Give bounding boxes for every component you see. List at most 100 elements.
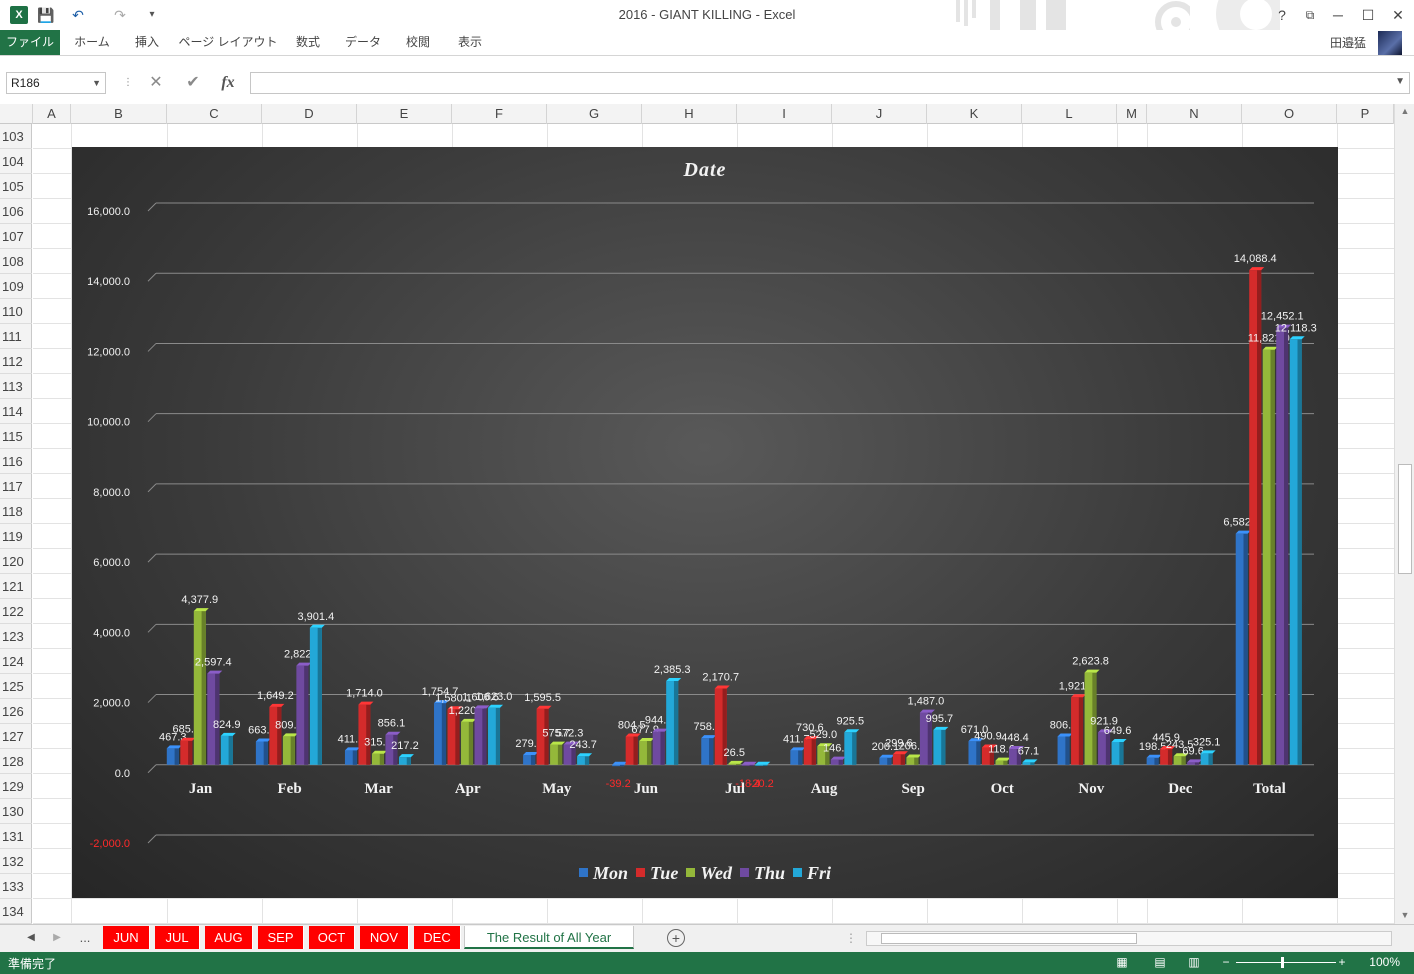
row-header[interactable]: 131 (0, 824, 32, 849)
name-box[interactable]: R186 ▼ (6, 72, 106, 94)
chart[interactable]: 16,000.0 14,000.0 12,000.0 10,000.0 8,000.0 6… (72, 147, 1338, 898)
tab-view[interactable]: 表示 (448, 30, 492, 55)
column-header[interactable]: L (1022, 104, 1117, 124)
chevron-down-icon[interactable]: ▼ (92, 73, 101, 93)
expand-formula-icon[interactable]: ▼ (1395, 76, 1405, 87)
horizontal-scrollbar[interactable] (866, 931, 1392, 946)
row-header[interactable]: 111 (0, 324, 32, 349)
row-header[interactable]: 105 (0, 174, 32, 199)
scroll-down-icon[interactable]: ▼ (1395, 910, 1414, 920)
row-header[interactable]: 116 (0, 449, 32, 474)
sheet-next-icon[interactable]: ▶ (48, 929, 66, 947)
row-header[interactable]: 107 (0, 224, 32, 249)
sheet-prev-icon[interactable]: ◀ (22, 929, 40, 947)
vertical-scrollbar[interactable]: ▲ ▼ (1394, 104, 1414, 924)
tab-file[interactable]: ファイル (0, 30, 60, 55)
row-header[interactable]: 134 (0, 899, 32, 924)
row-header[interactable]: 120 (0, 549, 32, 574)
sheet-tab-aug[interactable]: AUG (205, 926, 253, 949)
tab-page-layout[interactable]: ページ レイアウト (176, 30, 280, 55)
scroll-up-icon[interactable]: ▲ (1395, 106, 1414, 116)
add-sheet-icon[interactable]: + (667, 929, 685, 947)
sheet-tab-dec[interactable]: DEC (414, 926, 461, 949)
column-header[interactable]: D (262, 104, 357, 124)
column-header[interactable]: C (167, 104, 262, 124)
column-header[interactable]: E (357, 104, 452, 124)
row-header[interactable]: 130 (0, 799, 32, 824)
zoom-slider-knob[interactable] (1281, 957, 1284, 968)
row-header[interactable]: 119 (0, 524, 32, 549)
column-header[interactable]: I (737, 104, 832, 124)
column-header[interactable]: N (1147, 104, 1242, 124)
column-header[interactable]: F (452, 104, 547, 124)
tab-data[interactable]: データ (336, 30, 390, 55)
user-name[interactable]: 田邉猛 (1330, 34, 1366, 51)
column-header[interactable]: P (1337, 104, 1394, 124)
zoom-slider[interactable] (1236, 962, 1336, 963)
row-header[interactable]: 129 (0, 774, 32, 799)
row-header[interactable]: 115 (0, 424, 32, 449)
vertical-scroll-thumb[interactable] (1398, 464, 1412, 574)
bar-top (1057, 733, 1073, 737)
zoom-in-icon[interactable]: + (1334, 955, 1350, 969)
row-header[interactable]: 132 (0, 849, 32, 874)
row-header[interactable]: 108 (0, 249, 32, 274)
column-header[interactable]: A (33, 104, 71, 124)
column-header[interactable]: O (1242, 104, 1337, 124)
horizontal-scroll-thumb[interactable] (881, 933, 1137, 944)
row-header[interactable]: 128 (0, 749, 32, 774)
sheet-tab-sep[interactable]: SEP (258, 926, 304, 949)
row-header[interactable]: 114 (0, 399, 32, 424)
sheet-tab-nov[interactable]: NOV (360, 926, 409, 949)
sheet-tab-oct[interactable]: OCT (309, 926, 355, 949)
row-header[interactable]: 121 (0, 574, 32, 599)
row-header[interactable]: 109 (0, 274, 32, 299)
row-header[interactable]: 110 (0, 299, 32, 324)
tab-home[interactable]: ホーム (66, 30, 118, 55)
column-header[interactable]: H (642, 104, 737, 124)
insert-function-icon[interactable]: fx (216, 72, 240, 94)
row-header[interactable]: 118 (0, 499, 32, 524)
normal-view-icon[interactable]: ▦ (1114, 955, 1130, 969)
sheet-tab-jun[interactable]: JUN (103, 926, 150, 949)
page-break-view-icon[interactable]: ▥ (1186, 955, 1202, 969)
avatar[interactable] (1378, 31, 1402, 55)
row-header[interactable]: 125 (0, 674, 32, 699)
row-header[interactable]: 112 (0, 349, 32, 374)
tab-formulas[interactable]: 数式 (286, 30, 330, 55)
row-header[interactable]: 124 (0, 649, 32, 674)
help-button[interactable]: ? (1268, 4, 1296, 26)
zoom-out-icon[interactable]: − (1218, 955, 1234, 969)
column-header[interactable]: B (71, 104, 167, 124)
column-header[interactable]: J (832, 104, 927, 124)
minimize-button[interactable]: ─ (1324, 4, 1352, 26)
row-header[interactable]: 117 (0, 474, 32, 499)
row-header[interactable]: 127 (0, 724, 32, 749)
close-button[interactable]: ✕ (1384, 4, 1412, 26)
sheet-tab-jul[interactable]: JUL (155, 926, 200, 949)
row-header[interactable]: 106 (0, 199, 32, 224)
tab-split-handle-icon[interactable]: ⋮ (842, 929, 860, 947)
enter-icon[interactable]: ✔ (181, 72, 205, 94)
ribbon-display-button[interactable]: ⧉ (1296, 4, 1324, 26)
column-header[interactable]: K (927, 104, 1022, 124)
cancel-icon[interactable]: ✕ (144, 72, 168, 94)
tab-review[interactable]: 校閲 (396, 30, 440, 55)
row-header[interactable]: 133 (0, 874, 32, 899)
row-header[interactable]: 123 (0, 624, 32, 649)
formula-input[interactable]: ▼ (250, 72, 1410, 94)
row-header[interactable]: 104 (0, 149, 32, 174)
column-header[interactable]: M (1117, 104, 1147, 124)
row-header[interactable]: 126 (0, 699, 32, 724)
column-header[interactable]: G (547, 104, 642, 124)
row-header[interactable]: 103 (0, 124, 32, 149)
row-header[interactable]: 122 (0, 599, 32, 624)
sheet-tab-result-all-year[interactable]: The Result of All Year (464, 926, 634, 949)
maximize-button[interactable]: ☐ (1354, 4, 1382, 26)
tab-insert[interactable]: 挿入 (124, 30, 170, 55)
row-header[interactable]: 113 (0, 374, 32, 399)
zoom-level[interactable]: 100% (1369, 955, 1400, 969)
page-layout-view-icon[interactable]: ▤ (1152, 955, 1168, 969)
select-all-corner[interactable] (0, 104, 33, 124)
sheet-more-button[interactable]: ... (76, 929, 94, 947)
